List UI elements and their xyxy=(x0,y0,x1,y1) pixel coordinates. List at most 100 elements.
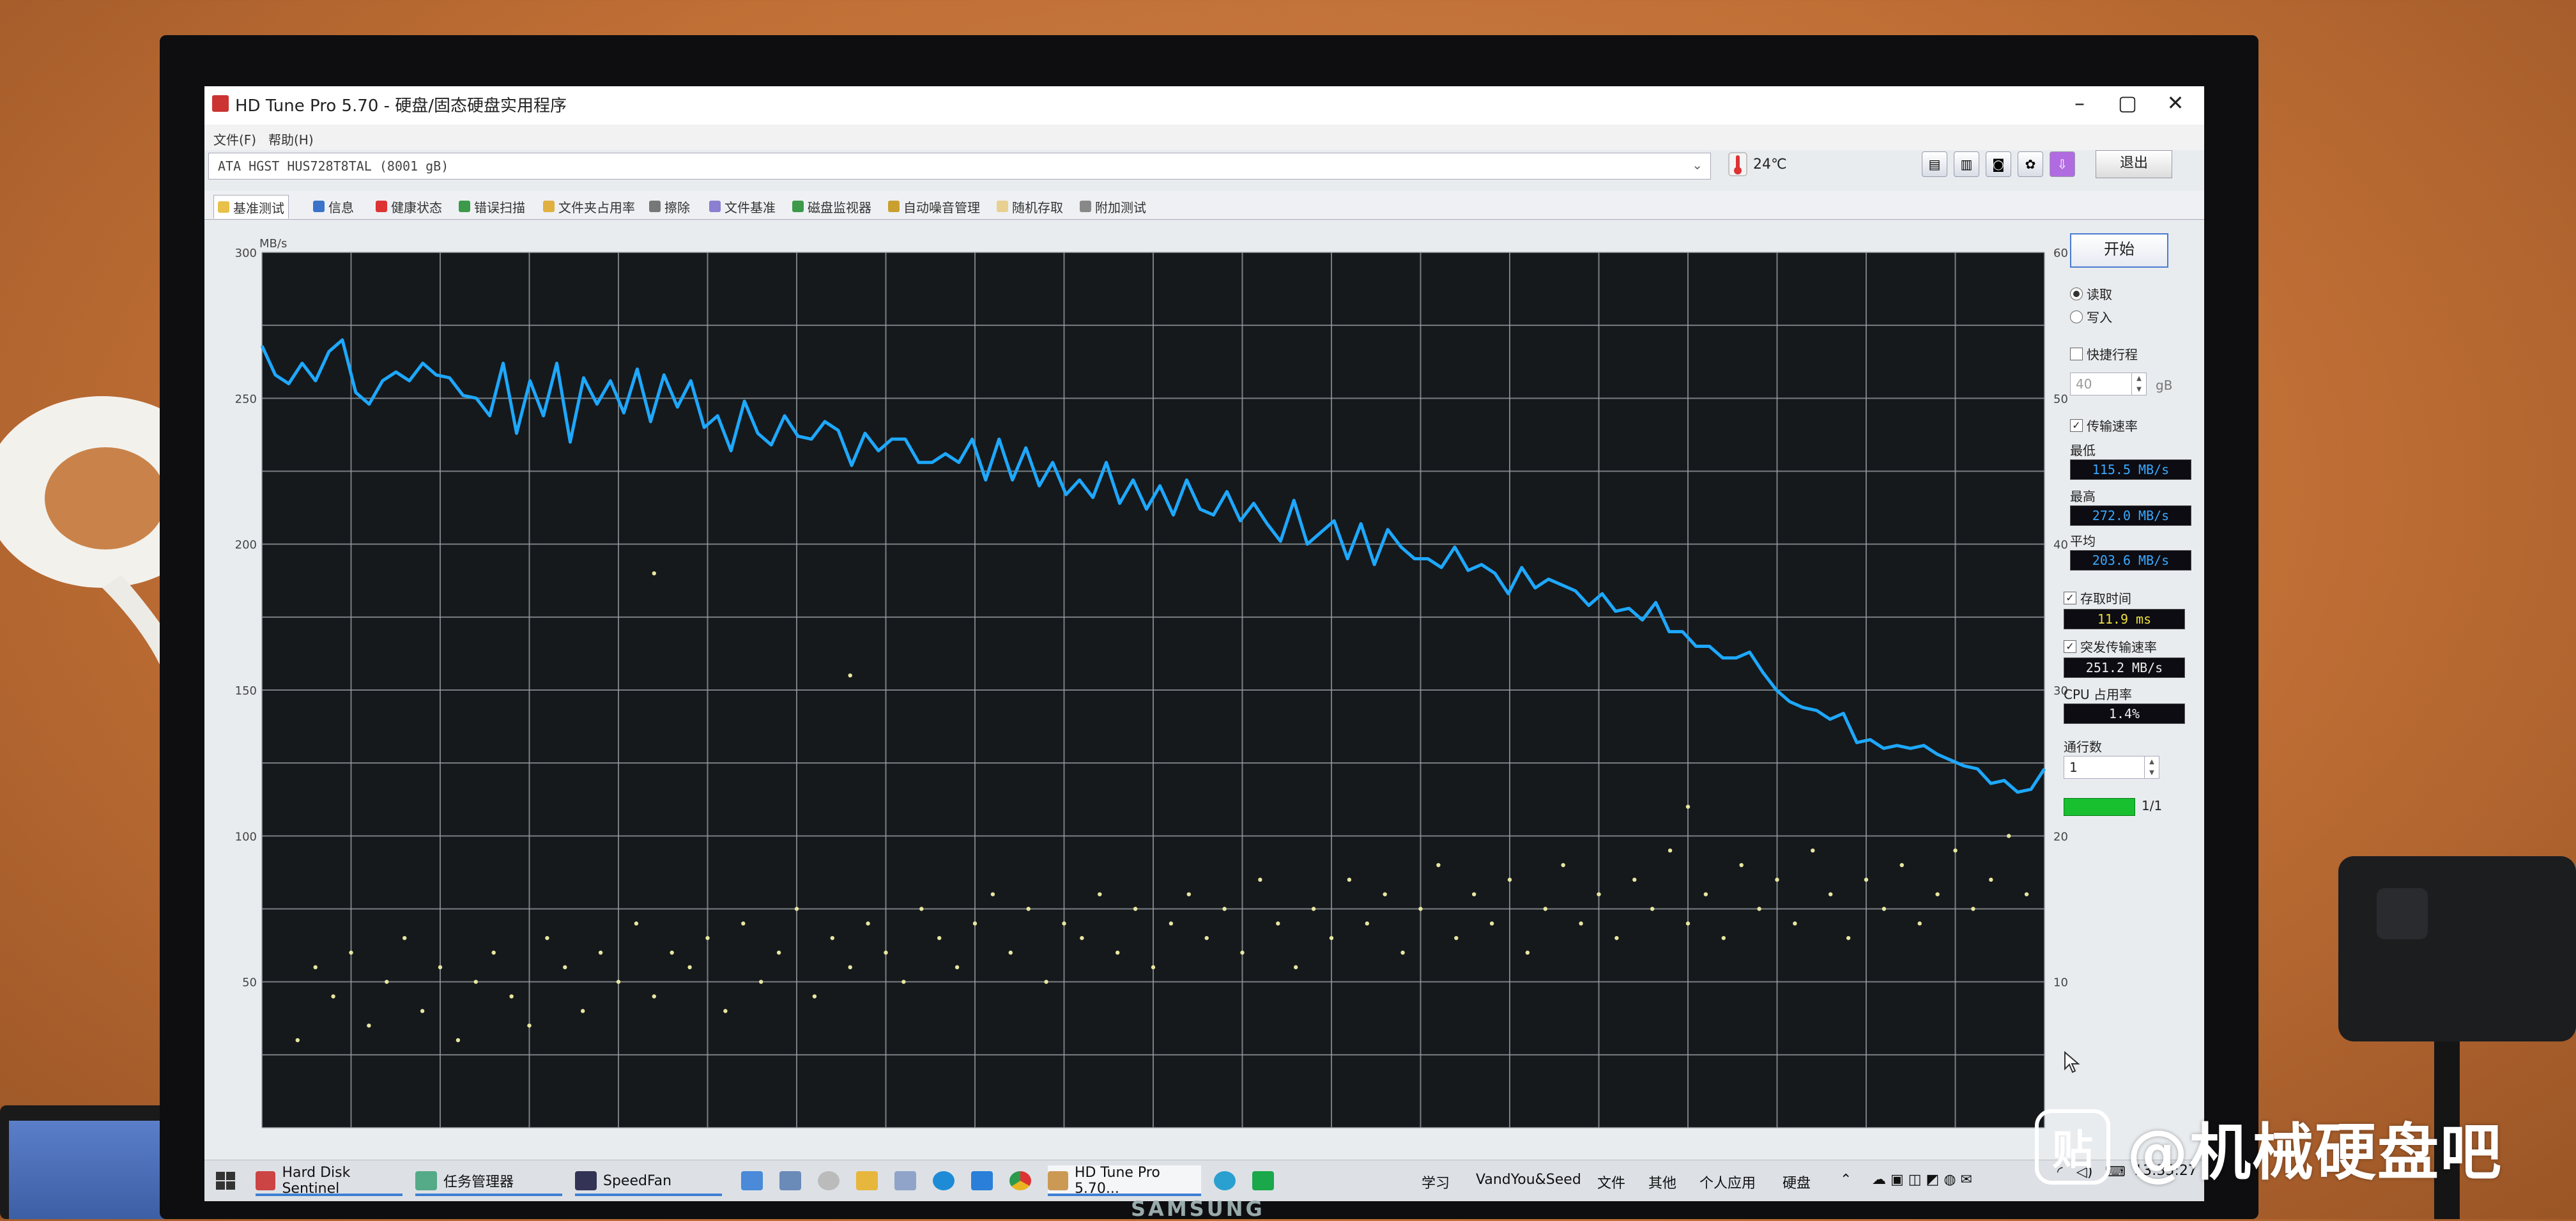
access-time-point xyxy=(1365,921,1369,926)
tab-info[interactable]: 信息 xyxy=(313,195,354,218)
copy-info-icon[interactable]: ▤ xyxy=(1922,151,1947,177)
taskbar-app-hd-tune[interactable]: HD Tune Pro 5.70... xyxy=(1048,1165,1201,1197)
toolbar-personal[interactable]: 个人应用 xyxy=(1699,1172,1756,1192)
read-radio[interactable]: 读取 xyxy=(2070,284,2112,303)
min-value: 115.5 MB/s xyxy=(2070,459,2191,480)
short-stroke-unit: gB xyxy=(2156,378,2173,393)
tab-folder-usage[interactable]: 文件夹占用率 xyxy=(543,195,635,218)
taskbar-app-speedfan[interactable]: SpeedFan xyxy=(575,1165,722,1196)
taskbar-pinned-2[interactable] xyxy=(779,1165,801,1196)
folder-icon xyxy=(543,201,555,212)
radio-unselected-icon xyxy=(2070,310,2083,323)
access-time-point xyxy=(1953,848,1958,853)
taskbar-pinned-5[interactable] xyxy=(894,1165,916,1196)
left-axis-tick-label: 300 xyxy=(235,247,257,260)
access-time-point xyxy=(1685,921,1690,926)
burst-rate-checkbox[interactable]: ✓ 突发传输速率 xyxy=(2064,637,2157,656)
window-title: HD Tune Pro 5.70 - 硬盘/固态硬盘实用程序 xyxy=(235,96,567,116)
access-time-point xyxy=(367,1023,371,1028)
tab-disk-monitor[interactable]: 磁盘监视器 xyxy=(792,195,871,218)
drive-select[interactable]: ATA HGST HUS728T8TAL (8001 gB) ⌄ xyxy=(208,153,1711,180)
access-time-point xyxy=(1169,921,1174,926)
minimize-button[interactable]: – xyxy=(2057,89,2102,117)
taskbar-app-hard-disk-sentinel[interactable]: Hard Disk Sentinel xyxy=(256,1165,402,1197)
taskbar-pinned-4[interactable] xyxy=(856,1165,878,1196)
checkbox-checked-icon: ✓ xyxy=(2064,591,2076,604)
access-time-point xyxy=(509,994,514,999)
taskbar-pinned-7[interactable] xyxy=(971,1165,993,1196)
avg-label: 平均 xyxy=(2070,534,2096,549)
mouse-cursor-icon xyxy=(2064,1051,2080,1073)
folder-icon xyxy=(856,1171,878,1190)
start-button[interactable]: 开始 xyxy=(2070,233,2168,268)
access-time-point xyxy=(1240,950,1245,955)
access-time-point xyxy=(634,921,639,926)
access-time-point xyxy=(1757,907,1761,911)
access-time-point xyxy=(1632,877,1637,882)
calendar-icon xyxy=(894,1171,916,1190)
chevron-down-icon: ⌄ xyxy=(1692,157,1703,173)
taskbar-pinned-3[interactable] xyxy=(818,1165,839,1196)
left-axis-tick-label: 50 xyxy=(242,976,257,990)
access-time-point xyxy=(1667,848,1673,853)
access-time-point xyxy=(705,935,710,941)
close-button[interactable]: ✕ xyxy=(2153,89,2198,117)
menu-help[interactable]: 帮助(H) xyxy=(268,130,314,148)
access-time-value: 11.9 ms xyxy=(2064,609,2185,629)
access-time-point xyxy=(420,1009,425,1013)
access-time-point xyxy=(1882,907,1887,911)
exit-button[interactable]: 退出 xyxy=(2096,150,2172,178)
tab-benchmark[interactable]: 基准测试 xyxy=(213,195,289,219)
right-axis-tick-label: 50 xyxy=(2053,392,2068,406)
access-time-point xyxy=(1098,892,1102,896)
toolbar-files[interactable]: 文件 xyxy=(1597,1172,1625,1192)
windows-start-icon[interactable] xyxy=(213,1165,239,1196)
write-radio[interactable]: 写入 xyxy=(2070,307,2112,326)
tab-aam[interactable]: 自动噪音管理 xyxy=(888,195,980,218)
taskbar-pinned-10[interactable] xyxy=(1252,1165,1274,1196)
access-time-point xyxy=(581,1009,585,1013)
access-time-point xyxy=(776,950,781,955)
health-cross-icon xyxy=(376,201,387,212)
passes-label: 通行数 xyxy=(2064,739,2102,755)
tray-overflow-chevron-icon[interactable]: ⌃ xyxy=(1840,1172,1851,1188)
toolbar-other[interactable]: 其他 xyxy=(1648,1172,1676,1192)
tab-random-access[interactable]: 随机存取 xyxy=(997,195,1063,218)
toolbar-study[interactable]: 学习 xyxy=(1422,1172,1450,1192)
access-time-point xyxy=(652,571,656,576)
copy-text-icon[interactable]: ▥ xyxy=(1954,151,1979,177)
toolbar-disk[interactable]: 硬盘 xyxy=(1782,1172,1811,1192)
taskbar-pinned-1[interactable] xyxy=(741,1165,763,1196)
access-time-point xyxy=(723,1009,728,1013)
save-download-icon[interactable]: ⇩ xyxy=(2050,151,2075,177)
taskbar-pinned-6[interactable] xyxy=(933,1165,954,1196)
passes-input[interactable]: 1 ▲ ▼ xyxy=(2064,756,2159,779)
screenshot-icon[interactable]: ◙ xyxy=(1986,151,2011,177)
taskbar-pinned-9[interactable] xyxy=(1214,1165,1236,1196)
tab-health[interactable]: 健康状态 xyxy=(376,195,442,218)
toolbar-vandyouseed[interactable]: VandYou&Seed xyxy=(1476,1172,1581,1188)
options-icon[interactable]: ✿ xyxy=(2018,151,2043,177)
access-time-checkbox[interactable]: ✓ 存取时间 xyxy=(2064,588,2131,607)
access-time-point xyxy=(1454,935,1459,941)
tab-extra-tests[interactable]: 附加测试 xyxy=(1080,195,1146,218)
spinner-arrows-icon[interactable]: ▲ ▼ xyxy=(2144,756,2159,778)
access-time-point xyxy=(848,673,852,678)
tab-file-benchmark[interactable]: 文件基准 xyxy=(709,195,776,218)
taskbar-pinned-8[interactable] xyxy=(1009,1165,1031,1196)
access-time-point xyxy=(741,921,746,926)
access-time-point xyxy=(1525,950,1530,955)
tab-error-scan[interactable]: 错误扫描 xyxy=(459,195,525,218)
tray-icons[interactable]: ☁ ▣ ◫ ◩ ◍ ✉ xyxy=(1872,1172,1972,1188)
tab-erase[interactable]: 擦除 xyxy=(649,195,690,218)
short-stroke-input[interactable]: 40 ▲ ▼ xyxy=(2070,372,2147,395)
access-time-point xyxy=(1864,877,1869,882)
menu-file[interactable]: 文件(F) xyxy=(213,130,256,148)
short-stroke-checkbox[interactable]: 快捷行程 xyxy=(2070,344,2138,363)
random-access-icon xyxy=(997,201,1008,212)
cpu-value: 1.4% xyxy=(2064,703,2185,724)
maximize-button[interactable]: ▢ xyxy=(2105,89,2150,117)
transfer-rate-checkbox[interactable]: ✓ 传输速率 xyxy=(2070,416,2138,434)
taskbar-app-task-manager[interactable]: 任务管理器 xyxy=(415,1165,562,1196)
spinner-arrows-icon[interactable]: ▲ ▼ xyxy=(2131,373,2146,395)
